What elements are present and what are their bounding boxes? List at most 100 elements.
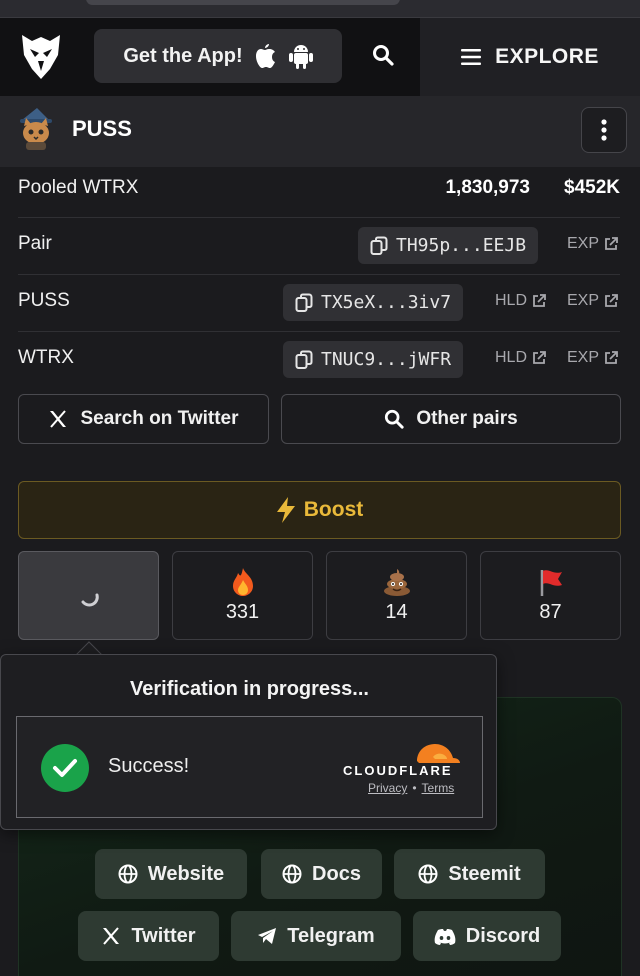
other-pairs-label: Other pairs [416, 408, 518, 429]
pooled-usd-value: $452K [564, 177, 620, 198]
more-options-button[interactable] [581, 107, 627, 153]
token-name: PUSS [72, 116, 132, 141]
apple-icon [255, 44, 275, 68]
pooled-label: Pooled WTRX [18, 177, 139, 198]
search-icon [373, 45, 394, 66]
telegram-link-button[interactable]: Telegram [231, 911, 401, 961]
android-icon [288, 45, 313, 69]
success-check-icon [41, 744, 89, 792]
kebab-menu-icon [601, 119, 607, 141]
wtrx-hld-link[interactable]: HLD [495, 349, 546, 367]
cloudflare-turnstile-widget[interactable]: Success! CLOUDFLARE Privacy • Terms [16, 716, 483, 818]
search-twitter-label: Search on Twitter [80, 408, 239, 429]
docs-link-button[interactable]: Docs [261, 849, 382, 899]
discord-icon [434, 928, 456, 945]
reaction-loading-card[interactable] [18, 551, 159, 640]
copy-icon [295, 293, 313, 312]
search-button[interactable] [360, 32, 406, 78]
eagle-logo-icon[interactable] [20, 33, 62, 81]
verification-status: Success! [108, 755, 190, 777]
hld-label: HLD [495, 292, 528, 309]
get-app-label: Get the App! [123, 44, 243, 67]
globe-icon [282, 864, 302, 884]
boost-button[interactable]: Boost [18, 481, 621, 539]
privacy-link[interactable]: Privacy [368, 781, 407, 795]
docs-label: Docs [312, 862, 361, 885]
globe-icon [418, 864, 438, 884]
discord-label: Discord [465, 924, 541, 947]
reaction-fire-card[interactable]: 331 [172, 551, 313, 640]
website-label: Website [147, 862, 225, 885]
copy-icon [295, 350, 313, 369]
hld-label: HLD [495, 349, 528, 366]
pooled-amount: 1,830,973 [445, 177, 530, 198]
pair-address: TH95p...EEJB [396, 235, 527, 256]
steemit-link-button[interactable]: Steemit [394, 849, 545, 899]
copy-icon [370, 236, 388, 255]
globe-icon [118, 864, 138, 884]
x-twitter-icon [103, 927, 120, 945]
external-link-icon [533, 294, 546, 307]
fire-count: 331 [225, 601, 260, 623]
browser-address-bar[interactable] [86, 0, 400, 5]
exp-label: EXP [567, 349, 600, 366]
puss-address-copy-button[interactable]: TX5eX...3iv7 [283, 284, 464, 321]
browser-top-strip [0, 0, 640, 18]
poop-count: 14 [385, 601, 408, 623]
exp-label: EXP [567, 235, 600, 252]
pooled-wtrx-row: Pooled WTRX 1,830,973 $452K [18, 167, 620, 218]
hamburger-icon [461, 49, 482, 65]
cloudflare-wordmark: CLOUDFLARE [343, 763, 453, 778]
loading-spinner-icon [81, 593, 99, 606]
verification-title: Verification in progress... [130, 678, 369, 700]
fire-emoji-icon [232, 568, 253, 596]
explore-label: EXPLORE [495, 45, 599, 68]
telegram-label: Telegram [287, 924, 375, 947]
boost-label: Boost [303, 498, 364, 521]
site-header: Get the App! EXPLORE [0, 18, 640, 96]
links-separator: • [412, 781, 417, 795]
x-twitter-icon [50, 410, 67, 428]
external-link-icon [605, 351, 618, 364]
pair-address-copy-button[interactable]: TH95p...EEJB [358, 227, 539, 264]
token-header: PUSS [0, 96, 640, 167]
search-on-twitter-button[interactable]: Search on Twitter [18, 394, 269, 444]
discord-link-button[interactable]: Discord [413, 911, 561, 961]
explore-button[interactable]: EXPLORE [420, 18, 640, 96]
cloudflare-links: Privacy • Terms [368, 781, 454, 795]
external-link-icon [605, 237, 618, 250]
telegram-icon [258, 928, 277, 944]
other-pairs-button[interactable]: Other pairs [281, 394, 621, 444]
steemit-label: Steemit [448, 862, 521, 885]
lightning-bolt-icon [276, 497, 295, 523]
pair-address-row: Pair TH95p...EEJB EXP [18, 218, 620, 275]
wtrx-label: WTRX [18, 347, 74, 368]
wtrx-exp-link[interactable]: EXP [567, 349, 618, 367]
token-avatar [20, 108, 52, 150]
reaction-poop-card[interactable]: 14 [326, 551, 467, 640]
verification-popover: Verification in progress... Success! CLO… [0, 654, 497, 830]
website-link-button[interactable]: Website [95, 849, 247, 899]
wtrx-address: TNUC9...jWFR [321, 349, 452, 370]
puss-address-row: PUSS TX5eX...3iv7 HLD EXP [18, 275, 620, 332]
twitter-label: Twitter [131, 924, 196, 947]
wtrx-address-row: WTRX TNUC9...jWFR HLD EXP [18, 332, 620, 389]
puss-address: TX5eX...3iv7 [321, 292, 452, 313]
puss-label: PUSS [18, 290, 70, 311]
external-link-icon [533, 351, 546, 364]
red-flag-emoji-icon [540, 570, 562, 596]
get-the-app-button[interactable]: Get the App! [94, 29, 342, 83]
puss-hld-link[interactable]: HLD [495, 292, 546, 310]
search-icon [385, 409, 404, 429]
exp-label: EXP [567, 292, 600, 309]
twitter-link-button[interactable]: Twitter [78, 911, 219, 961]
poop-emoji-icon [383, 569, 410, 596]
reaction-flag-card[interactable]: 87 [480, 551, 621, 640]
pair-label: Pair [18, 233, 52, 254]
flag-count: 87 [539, 601, 562, 623]
external-link-icon [605, 294, 618, 307]
pair-exp-link[interactable]: EXP [567, 235, 618, 253]
puss-exp-link[interactable]: EXP [567, 292, 618, 310]
wtrx-address-copy-button[interactable]: TNUC9...jWFR [283, 341, 464, 378]
terms-link[interactable]: Terms [422, 781, 455, 795]
